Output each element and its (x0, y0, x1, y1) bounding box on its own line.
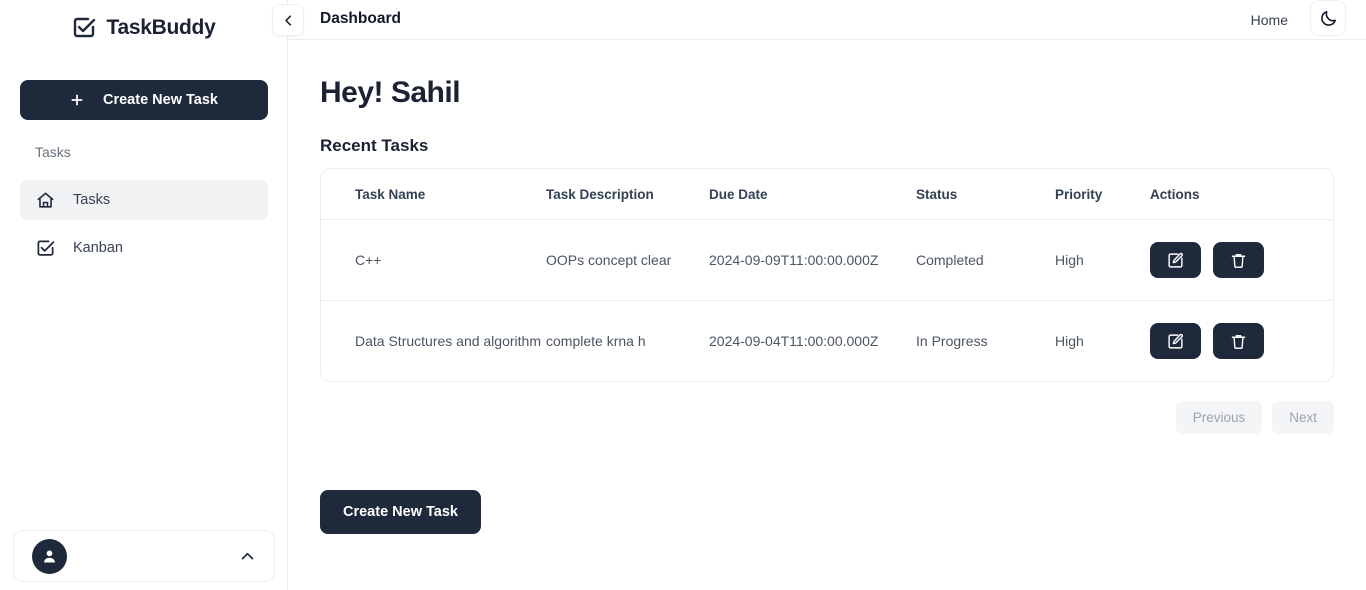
home-link[interactable]: Home (1251, 12, 1288, 28)
sidebar-item-kanban[interactable]: Kanban (20, 228, 268, 268)
table-row: Data Structures and algorithm complete k… (321, 301, 1334, 382)
recent-tasks-heading: Recent Tasks (320, 136, 1334, 156)
page-title: Dashboard (320, 10, 401, 28)
row-action-group (1150, 323, 1334, 359)
chevron-left-icon (281, 13, 296, 28)
column-header-priority: Priority (1055, 169, 1150, 220)
column-header-due-date: Due Date (709, 169, 916, 220)
cell-task-name: Data Structures and algorithm (321, 301, 546, 382)
cell-task-name: C++ (321, 220, 546, 301)
table-header: Task Name Task Description Due Date Stat… (321, 169, 1334, 220)
sidebar-item-kanban-label: Kanban (73, 240, 123, 256)
recent-tasks-card: Task Name Task Description Due Date Stat… (320, 168, 1334, 382)
row-action-group (1150, 242, 1334, 278)
next-page-button[interactable]: Next (1272, 401, 1334, 434)
cell-due-date: 2024-09-09T11:00:00.000Z (709, 220, 916, 301)
check-square-icon (72, 16, 96, 40)
brand: TaskBuddy (0, 0, 287, 52)
topbar: Dashboard Home (288, 0, 1366, 40)
delete-task-button[interactable] (1213, 242, 1264, 278)
column-header-actions: Actions (1150, 169, 1334, 220)
main-content: Dashboard Home Hey! Sahil Recent Tasks (288, 0, 1366, 590)
delete-task-button[interactable] (1213, 323, 1264, 359)
topbar-actions: Home (1251, 0, 1346, 40)
sidebar-section-label: Tasks (35, 144, 71, 160)
sidebar-collapse-button[interactable] (272, 4, 304, 36)
previous-page-button[interactable]: Previous (1176, 401, 1263, 434)
recent-tasks-table: Task Name Task Description Due Date Stat… (321, 169, 1334, 381)
cell-task-description: OOPs concept clear (546, 220, 709, 301)
profile-menu[interactable] (13, 530, 275, 582)
create-new-task-label: Create New Task (103, 92, 218, 108)
plus-icon (70, 93, 84, 107)
check-square-icon (36, 239, 55, 258)
moon-icon (1319, 9, 1338, 28)
content-area: Hey! Sahil Recent Tasks Task Name Task D… (288, 40, 1366, 534)
table-header-row: Task Name Task Description Due Date Stat… (321, 169, 1334, 220)
edit-icon (1167, 252, 1184, 269)
table-body: C++ OOPs concept clear 2024-09-09T11:00:… (321, 220, 1334, 382)
cell-actions (1150, 220, 1334, 301)
cell-status: In Progress (916, 301, 1055, 382)
cell-priority: High (1055, 301, 1150, 382)
home-icon (36, 191, 55, 210)
brand-name: TaskBuddy (107, 16, 216, 40)
table-row: C++ OOPs concept clear 2024-09-09T11:00:… (321, 220, 1334, 301)
user-icon (40, 547, 59, 566)
sidebar: TaskBuddy Create New Task Tasks (0, 0, 288, 590)
edit-task-button[interactable] (1150, 323, 1201, 359)
greeting-heading: Hey! Sahil (320, 76, 1334, 110)
trash-icon (1230, 252, 1247, 269)
cell-task-description: complete krna h (546, 301, 709, 382)
sidebar-item-tasks-label: Tasks (73, 192, 110, 208)
chevron-up-icon (239, 548, 256, 565)
sidebar-item-tasks[interactable]: Tasks (20, 180, 268, 220)
theme-toggle-button[interactable] (1310, 0, 1346, 36)
cell-priority: High (1055, 220, 1150, 301)
pagination: Previous Next (320, 401, 1334, 434)
avatar (32, 539, 67, 574)
cell-status: Completed (916, 220, 1055, 301)
cell-due-date: 2024-09-04T11:00:00.000Z (709, 301, 916, 382)
edit-task-button[interactable] (1150, 242, 1201, 278)
bottom-create-new-task-button[interactable]: Create New Task (320, 490, 481, 534)
column-header-task-name: Task Name (321, 169, 546, 220)
sidebar-nav: Tasks Kanban (20, 180, 268, 276)
app-root: TaskBuddy Create New Task Tasks (0, 0, 1366, 590)
create-new-task-button[interactable]: Create New Task (20, 80, 268, 120)
column-header-task-description: Task Description (546, 169, 709, 220)
column-header-status: Status (916, 169, 1055, 220)
edit-icon (1167, 333, 1184, 350)
trash-icon (1230, 333, 1247, 350)
cell-actions (1150, 301, 1334, 382)
